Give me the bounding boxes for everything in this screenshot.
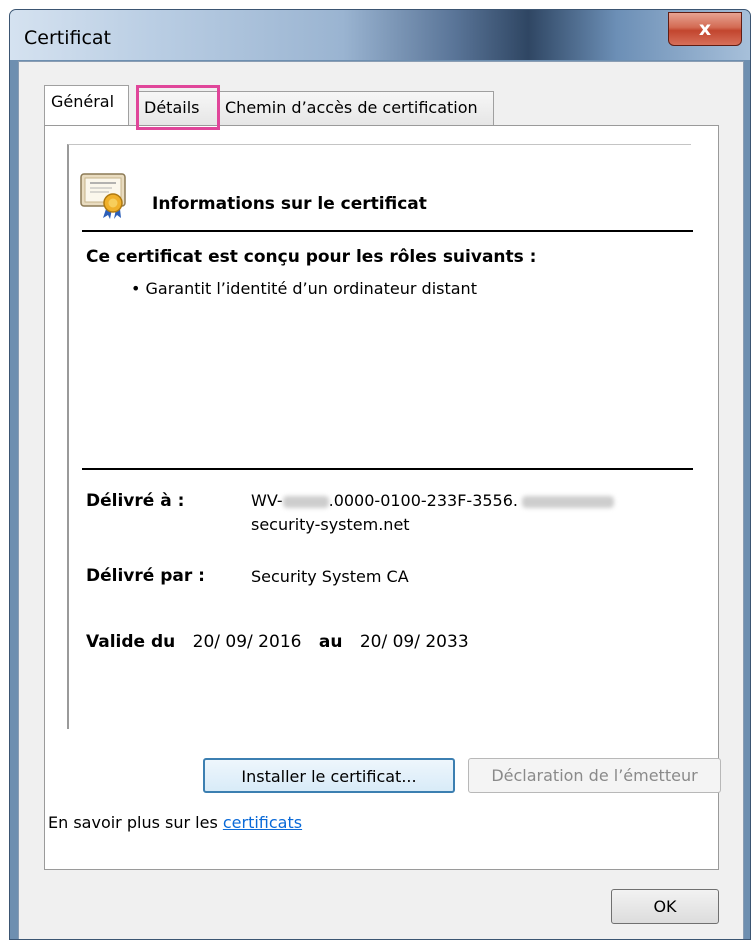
title-bar[interactable]: Certificat x bbox=[10, 10, 750, 60]
window-title: Certificat bbox=[24, 27, 112, 49]
divider-top bbox=[82, 230, 693, 232]
redacted-block bbox=[282, 495, 329, 508]
close-button[interactable]: x bbox=[668, 12, 742, 46]
general-tab-panel: Informations sur le certificat Ce certif… bbox=[44, 125, 721, 870]
close-icon: x bbox=[698, 18, 712, 40]
validity-line: Valide du 20/ 09/ 2016 au 20/ 09/ 2033 bbox=[86, 632, 469, 652]
valid-from-label: Valide du bbox=[86, 632, 176, 652]
issued-to-prefix: WV- bbox=[251, 491, 283, 510]
tab-certification-path-label: Chemin d’accès de certification bbox=[225, 98, 478, 117]
tab-details-label: Détails bbox=[144, 98, 200, 117]
redacted-block bbox=[522, 495, 614, 508]
issued-to-middle: .0000-0100-233F-3556. bbox=[328, 491, 518, 510]
purpose-heading: Ce certificat est conçu pour les rôles s… bbox=[86, 247, 537, 267]
certificate-dialog: Certificat x Général Détails Chemin d’ac… bbox=[9, 9, 751, 940]
tab-details[interactable]: Détails bbox=[137, 91, 219, 125]
valid-from-date: 20/ 09/ 2016 bbox=[192, 632, 302, 652]
purpose-item: • Garantit l’identité d’un ordinateur di… bbox=[131, 279, 477, 298]
certificate-icon bbox=[80, 173, 126, 219]
dialog-body: Général Détails Chemin d’accès de certif… bbox=[18, 61, 744, 939]
issued-to-value: WV- .0000-0100-233F-3556. security-system… bbox=[251, 489, 614, 537]
tab-general-label: Général bbox=[51, 92, 115, 111]
issued-to-domain: security-system.net bbox=[251, 515, 410, 534]
tab-general[interactable]: Général bbox=[44, 85, 129, 125]
valid-to-date: 20/ 09/ 2033 bbox=[359, 632, 469, 652]
issuer-statement-button[interactable]: Déclaration de l’émetteur bbox=[468, 758, 721, 793]
info-title: Informations sur le certificat bbox=[152, 194, 427, 214]
divider-bottom bbox=[82, 468, 693, 470]
learn-more-text: En savoir plus sur les bbox=[48, 813, 223, 832]
issued-to-label: Délivré à : bbox=[86, 491, 185, 511]
certificate-info-box: Informations sur le certificat Ce certif… bbox=[67, 144, 693, 729]
issued-by-value: Security System CA bbox=[251, 567, 409, 586]
certificates-link[interactable]: certificats bbox=[223, 813, 302, 832]
learn-more-line: En savoir plus sur les certificats bbox=[48, 813, 302, 832]
valid-to-label: au bbox=[318, 632, 343, 652]
ok-button[interactable]: OK bbox=[611, 889, 719, 924]
issued-by-label: Délivré par : bbox=[86, 566, 205, 586]
install-certificate-button[interactable]: Installer le certificat... bbox=[203, 758, 455, 793]
tab-certification-path[interactable]: Chemin d’accès de certification bbox=[218, 91, 494, 125]
